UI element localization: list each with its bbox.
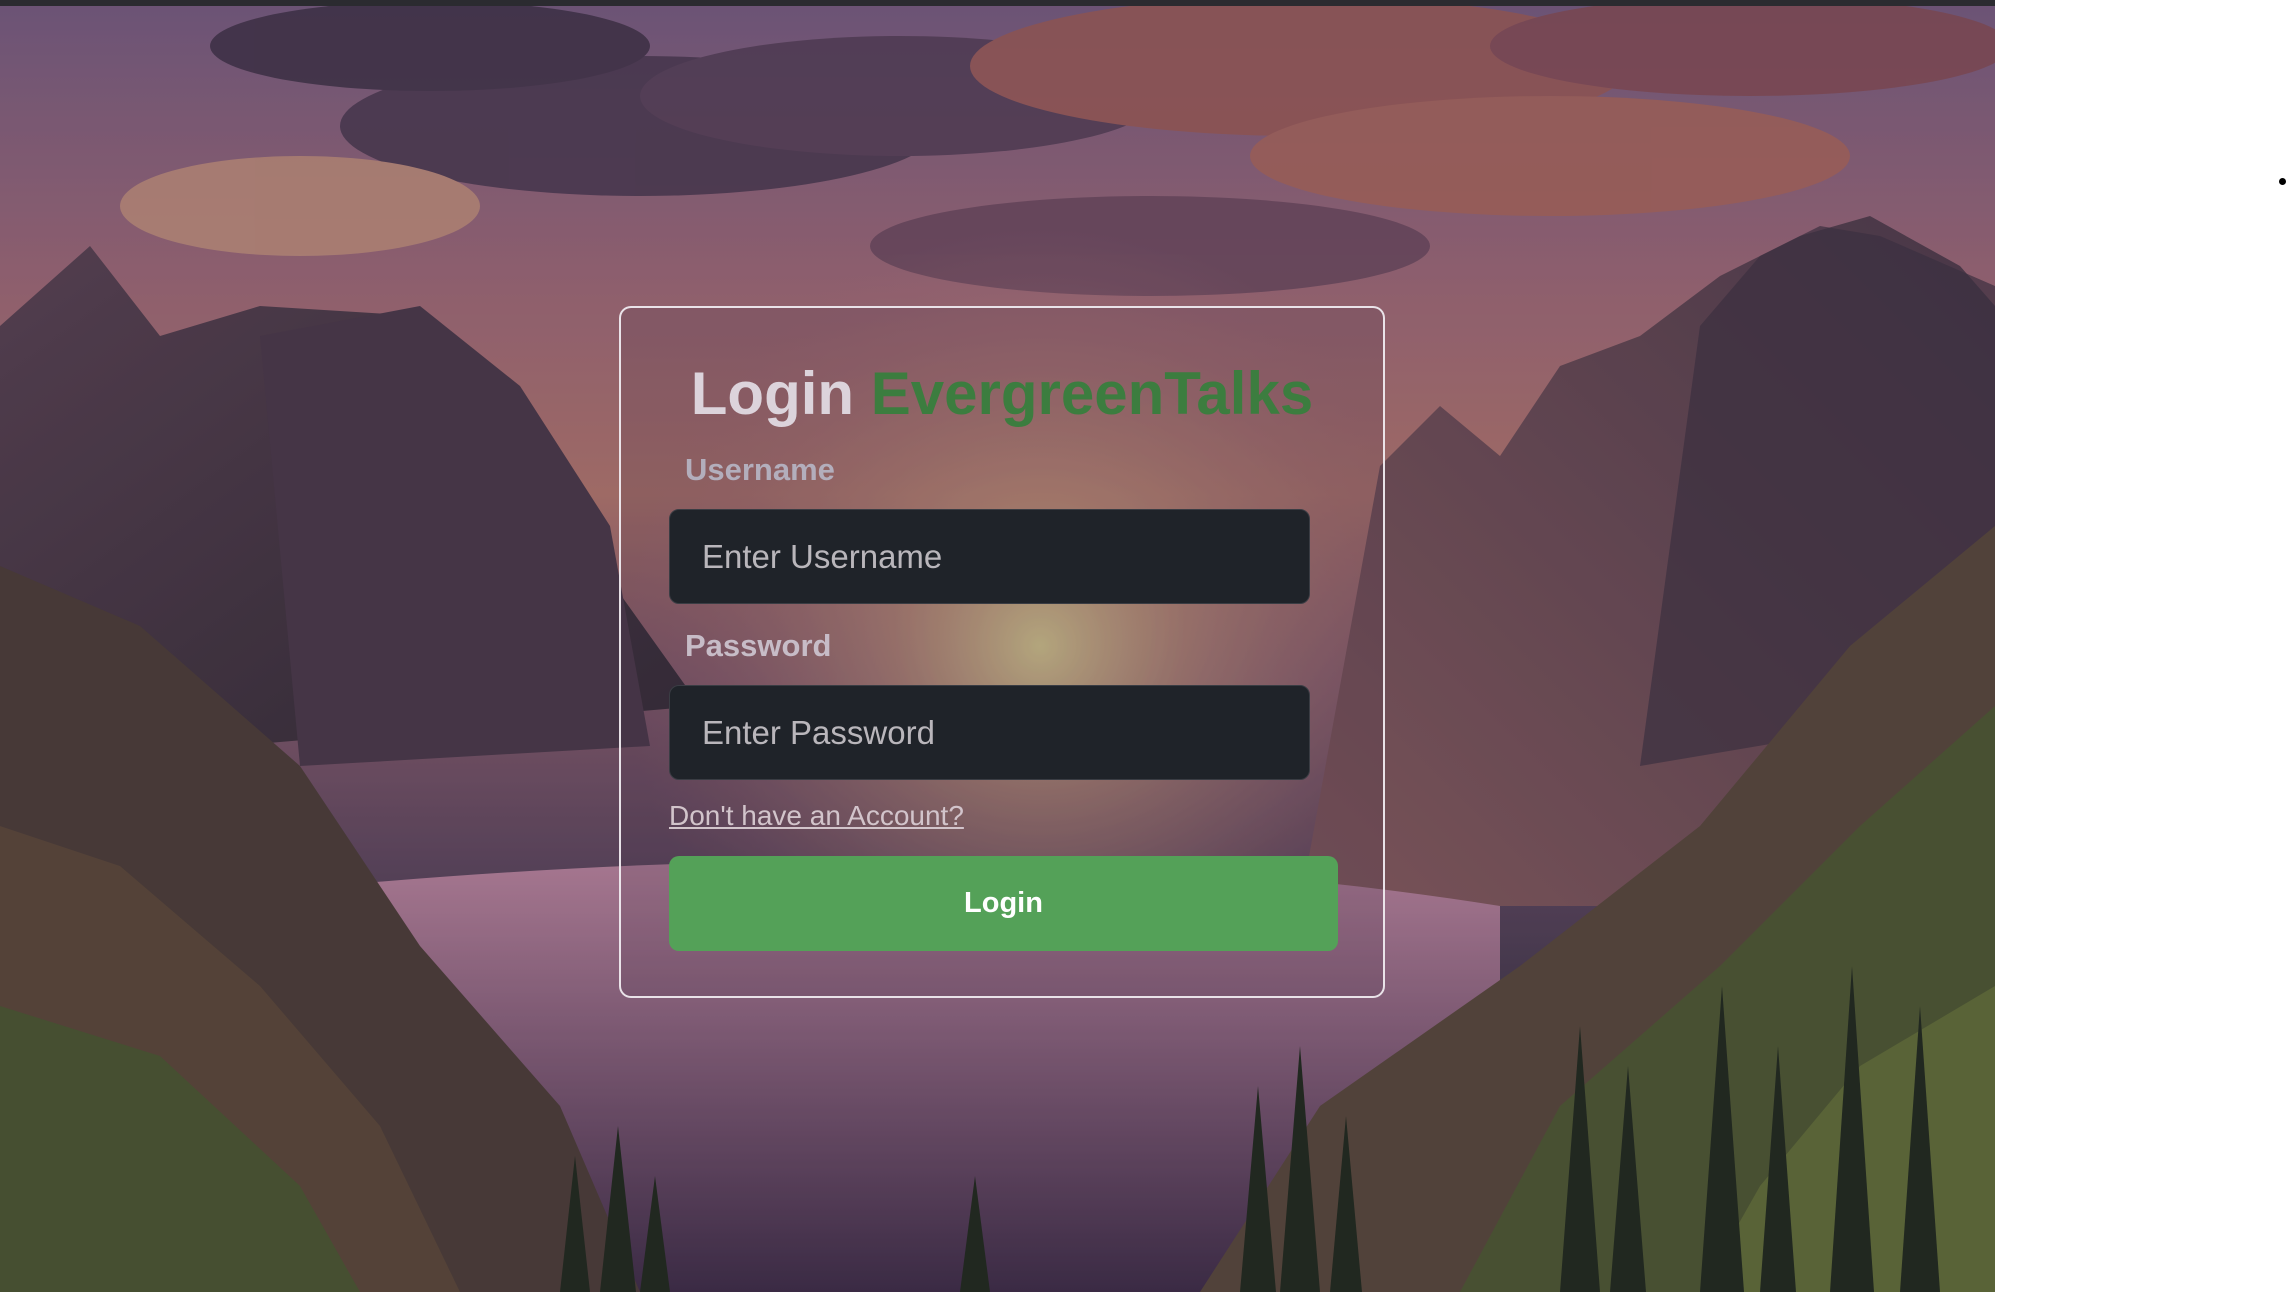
page-dot xyxy=(2279,178,2286,185)
title-brand: EvergreenTalks xyxy=(870,360,1314,427)
login-card: Login EvergreenTalks Username Password D… xyxy=(619,306,1385,998)
password-label: Password xyxy=(685,628,832,663)
title-prefix: Login xyxy=(690,360,855,427)
signup-link[interactable]: Don't have an Account? xyxy=(669,798,964,834)
username-input[interactable] xyxy=(669,509,1310,604)
login-title: Login EvergreenTalks xyxy=(621,358,1383,430)
username-label: Username xyxy=(685,452,835,487)
login-button[interactable]: Login xyxy=(669,856,1338,951)
password-input[interactable] xyxy=(669,685,1310,780)
